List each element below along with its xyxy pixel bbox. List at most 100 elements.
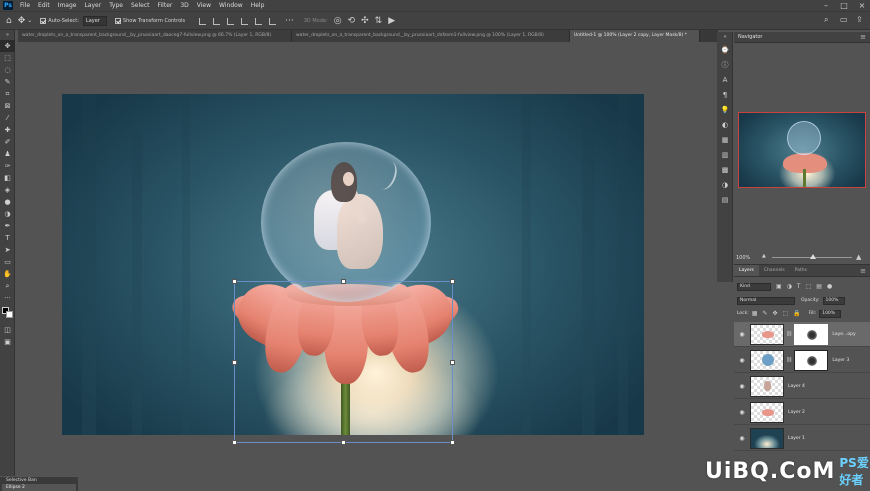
layer-mask-thumbnail[interactable]	[794, 323, 829, 345]
healing-tool-icon[interactable]: ✚	[0, 124, 15, 136]
hand-tool-icon[interactable]: ✋	[0, 268, 15, 280]
3d-roll-icon[interactable]: ⟲	[348, 16, 356, 26]
move-tool-icon[interactable]: ✥	[0, 40, 15, 52]
layer-name[interactable]: Layer 3	[832, 358, 849, 363]
panel-menu-icon[interactable]: ≡	[860, 265, 866, 276]
home-icon[interactable]: ⌂	[6, 16, 12, 26]
minimize-icon[interactable]: –	[818, 0, 834, 11]
visibility-eye-icon[interactable]: ◉	[737, 331, 747, 338]
align-middle-icon[interactable]	[211, 16, 221, 26]
layer-row[interactable]: ◉ ⛓ Laye...opy	[734, 322, 870, 347]
filter-adjustment-icon[interactable]: ◑	[787, 283, 792, 290]
brush-tool-icon[interactable]: ✐	[0, 136, 15, 148]
lock-all-icon[interactable]: 🔒	[793, 310, 800, 317]
lock-pixels-icon[interactable]: ✎	[762, 310, 767, 317]
swatches-icon[interactable]: ▦	[717, 132, 733, 147]
paragraph-icon[interactable]: ¶	[717, 87, 733, 102]
fill-input[interactable]: 100%	[819, 309, 842, 318]
eraser-tool-icon[interactable]: ◧	[0, 172, 15, 184]
chain-link-icon[interactable]: ⛓	[786, 357, 792, 363]
menu-select[interactable]: Select	[127, 0, 154, 11]
transform-bounding-box[interactable]	[234, 281, 453, 443]
layer-name[interactable]: Layer 1	[788, 436, 805, 441]
shape-tool-icon[interactable]: ▭	[0, 256, 15, 268]
close-icon[interactable]: ×	[854, 0, 870, 11]
pen-tool-icon[interactable]: ✒	[0, 220, 15, 232]
3d-orbit-icon[interactable]: ◎	[334, 16, 342, 26]
type-tool-icon[interactable]: T	[0, 232, 15, 244]
background-color-swatch[interactable]	[6, 311, 13, 318]
transform-handle[interactable]	[341, 440, 346, 445]
blur-tool-icon[interactable]: ●	[0, 196, 15, 208]
lock-transparent-icon[interactable]: ▦	[752, 310, 758, 317]
zoom-in-icon[interactable]: ▲	[856, 253, 861, 261]
tab-document-3[interactable]: Untitled-1 @ 100% (Layer 2 copy, Layer M…	[570, 30, 700, 42]
menu-file[interactable]: File	[16, 0, 34, 11]
zoom-out-icon[interactable]: ▲	[762, 253, 766, 259]
layer-thumbnail[interactable]	[750, 323, 784, 345]
search-icon[interactable]: ⌕	[824, 15, 828, 25]
filter-shape-icon[interactable]: ⬚	[806, 283, 812, 290]
screen-mode-icon[interactable]: ▣	[0, 336, 15, 348]
align-left-icon[interactable]	[239, 16, 249, 26]
lock-artboard-icon[interactable]: ⬚	[783, 310, 789, 317]
quick-select-tool-icon[interactable]: ✎	[0, 76, 15, 88]
align-bottom-icon[interactable]	[225, 16, 235, 26]
more-options-icon[interactable]: ···	[285, 16, 294, 26]
layer-thumbnail[interactable]	[750, 427, 784, 449]
stamp-tool-icon[interactable]: ♟	[0, 148, 15, 160]
layer-mask-thumbnail[interactable]	[794, 349, 829, 371]
path-select-tool-icon[interactable]: ➤	[0, 244, 15, 256]
filter-smart-object-icon[interactable]: ▤	[816, 283, 822, 290]
frame-tool-icon[interactable]: ⊠	[0, 100, 15, 112]
history-brush-tool-icon[interactable]: ✑	[0, 160, 15, 172]
menu-help[interactable]: Help	[247, 0, 269, 11]
quick-mask-icon[interactable]: ◫	[0, 324, 15, 336]
panel-item[interactable]: Ellipse 2	[2, 484, 76, 491]
tab-channels[interactable]: Channels	[759, 265, 790, 276]
filter-toggle-icon[interactable]: ●	[827, 283, 832, 290]
libraries-icon[interactable]: ▤	[717, 192, 733, 207]
layer-row[interactable]: ◉ Layer 4	[734, 374, 870, 399]
visibility-eye-icon[interactable]: ◉	[737, 409, 747, 416]
share-icon[interactable]: ⇪	[856, 15, 863, 24]
zoom-value[interactable]: 100%	[736, 255, 750, 261]
transform-handle[interactable]	[232, 440, 237, 445]
zoom-tool-icon[interactable]: ⌕	[0, 280, 15, 292]
menu-filter[interactable]: Filter	[154, 0, 177, 11]
toolbar-collapse-icon[interactable]: »	[0, 30, 15, 40]
layer-thumbnail[interactable]	[750, 375, 784, 397]
filter-kind-dropdown[interactable]: Kind	[737, 282, 771, 291]
transform-handle[interactable]	[450, 440, 455, 445]
patterns-icon[interactable]: ▩	[717, 162, 733, 177]
3d-slide-icon[interactable]: ⇅	[375, 16, 383, 26]
marquee-tool-icon[interactable]: ⬚	[0, 52, 15, 64]
dodge-tool-icon[interactable]: ◑	[0, 208, 15, 220]
auto-select-checkbox[interactable]	[40, 17, 47, 24]
layer-thumbnail[interactable]	[750, 401, 784, 423]
eyedropper-tool-icon[interactable]: ⁄	[0, 112, 15, 124]
transform-handle[interactable]	[450, 360, 455, 365]
color-icon[interactable]: ◐	[717, 117, 733, 132]
info-icon[interactable]: ⓘ	[717, 57, 733, 72]
move-tool-icon[interactable]: ✥	[18, 16, 26, 26]
layer-row[interactable]: ◉ ⛓ Layer 3	[734, 348, 870, 373]
layer-row[interactable]: ◉ Layer 2	[734, 400, 870, 425]
layer-name[interactable]: Layer 2	[788, 410, 805, 415]
transform-handle[interactable]	[341, 279, 346, 284]
strip-collapse-icon[interactable]: «	[717, 32, 733, 42]
panel-menu-icon[interactable]: ≡	[860, 33, 866, 41]
paint-bucket-tool-icon[interactable]: ◈	[0, 184, 15, 196]
tab-paths[interactable]: Paths	[790, 265, 812, 276]
layer-name[interactable]: Laye...opy	[832, 332, 855, 337]
align-right-icon[interactable]	[267, 16, 277, 26]
lasso-tool-icon[interactable]: ◌	[0, 64, 15, 76]
lock-position-icon[interactable]: ✥	[772, 310, 777, 317]
maximize-icon[interactable]: □	[836, 0, 852, 11]
menu-type[interactable]: Type	[105, 0, 127, 11]
crop-tool-icon[interactable]: ⌗	[0, 88, 15, 100]
selective-color-panel[interactable]: Selective Ban Ellipse 2	[0, 476, 78, 491]
adjustments-icon[interactable]: ◑	[717, 177, 733, 192]
navigator-preview[interactable]	[738, 112, 866, 188]
transform-handle[interactable]	[232, 360, 237, 365]
